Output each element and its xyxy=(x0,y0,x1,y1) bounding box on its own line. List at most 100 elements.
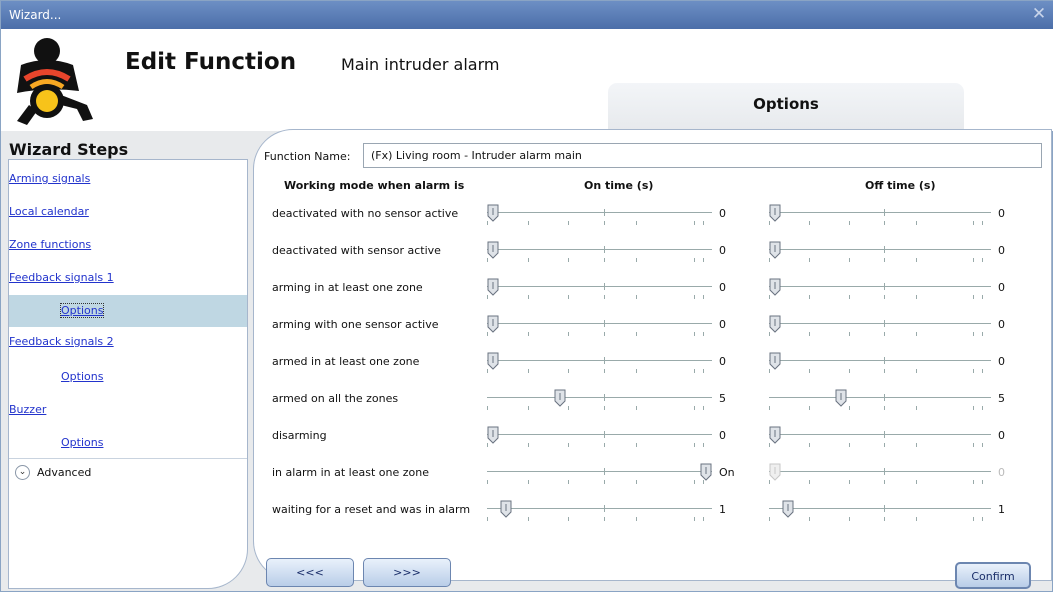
function-subtitle: Main intruder alarm xyxy=(341,55,500,74)
slider-tick xyxy=(636,295,637,299)
sidebar-item-feedback-signals-1[interactable]: Feedback signals 1 xyxy=(9,271,114,284)
slider-thumb-icon[interactable] xyxy=(769,241,781,259)
slider-track xyxy=(487,212,712,213)
slider-track xyxy=(769,212,991,213)
slider-tick xyxy=(973,517,974,521)
slider-thumb-icon[interactable] xyxy=(487,315,499,333)
slider-tick xyxy=(528,443,529,447)
slider-tick xyxy=(694,443,695,447)
off-time-slider[interactable] xyxy=(769,389,991,415)
slider-tick xyxy=(916,480,917,484)
sidebar-item-arming-signals[interactable]: Arming signals xyxy=(9,172,90,185)
window-title: Wizard... xyxy=(9,8,62,22)
on-time-slider[interactable] xyxy=(487,352,712,378)
sidebar-item-options-2[interactable]: Options xyxy=(61,370,103,383)
on-time-slider[interactable] xyxy=(487,204,712,230)
slider-tick xyxy=(884,468,885,475)
slider-tick xyxy=(604,431,605,438)
slider-thumb-icon[interactable] xyxy=(700,463,712,481)
slider-tick xyxy=(809,443,810,447)
slider-thumb-icon[interactable] xyxy=(487,241,499,259)
slider-thumb-icon[interactable] xyxy=(769,278,781,296)
slider-track xyxy=(769,434,991,435)
on-time-slider[interactable] xyxy=(487,278,712,304)
sidebar-item-options-3[interactable]: Options xyxy=(61,436,103,449)
off-time-value: 0 xyxy=(998,281,1005,294)
on-time-value: 0 xyxy=(719,355,726,368)
slider-tick xyxy=(568,406,569,410)
slider-tick xyxy=(636,443,637,447)
slider-tick xyxy=(604,283,605,290)
off-time-slider[interactable] xyxy=(769,352,991,378)
slider-tick xyxy=(568,517,569,521)
off-time-value: 0 xyxy=(998,207,1005,220)
intruder-alarm-logo-icon xyxy=(17,38,93,125)
slider-thumb-icon[interactable] xyxy=(769,426,781,444)
close-icon[interactable]: ✕ xyxy=(1030,4,1048,24)
on-time-slider[interactable] xyxy=(487,426,712,452)
slider-thumb-icon[interactable] xyxy=(500,500,512,518)
slider-thumb-icon[interactable] xyxy=(487,278,499,296)
off-time-slider[interactable] xyxy=(769,426,991,452)
slider-thumb-icon[interactable] xyxy=(769,352,781,370)
slider-track xyxy=(487,508,712,509)
previous-button[interactable]: <<< xyxy=(266,558,354,587)
row-label: deactivated with sensor active xyxy=(272,244,441,257)
advanced-toggle[interactable]: Advanced xyxy=(37,466,91,479)
slider-tick xyxy=(916,443,917,447)
chevron-down-icon[interactable]: ⌄ xyxy=(15,465,30,480)
slider-tick xyxy=(973,369,974,373)
off-time-value: 0 xyxy=(998,244,1005,257)
function-name-field[interactable]: (Fx) Living room - Intruder alarm main xyxy=(363,143,1042,168)
sidebar-item-zone-functions[interactable]: Zone functions xyxy=(9,238,91,251)
sidebar-item-options-1[interactable]: Options xyxy=(59,303,105,318)
sidebar-item-feedback-signals-2[interactable]: Feedback signals 2 xyxy=(9,335,114,348)
slider-thumb-icon[interactable] xyxy=(487,352,499,370)
off-time-slider[interactable] xyxy=(769,278,991,304)
off-time-slider[interactable] xyxy=(769,463,991,489)
slider-thumb-icon[interactable] xyxy=(554,389,566,407)
on-time-slider[interactable] xyxy=(487,241,712,267)
slider-tick xyxy=(703,369,704,373)
sidebar-item-buzzer[interactable]: Buzzer xyxy=(9,403,46,416)
slider-tick xyxy=(528,369,529,373)
slider-tick xyxy=(849,369,850,373)
off-time-slider[interactable] xyxy=(769,204,991,230)
tab-options[interactable]: Options xyxy=(608,83,964,133)
off-time-slider[interactable] xyxy=(769,500,991,526)
slider-thumb-icon[interactable] xyxy=(782,500,794,518)
column-header-mode: Working mode when alarm is xyxy=(284,179,465,192)
slider-track xyxy=(769,471,991,472)
on-time-slider[interactable] xyxy=(487,500,712,526)
slider-tick xyxy=(849,332,850,336)
slider-track xyxy=(769,249,991,250)
slider-track xyxy=(769,360,991,361)
slider-tick xyxy=(982,221,983,225)
slider-tick xyxy=(604,332,605,336)
slider-tick xyxy=(604,517,605,521)
slider-thumb-icon[interactable] xyxy=(487,204,499,222)
slider-tick xyxy=(703,443,704,447)
row-label: armed on all the zones xyxy=(272,392,399,405)
slider-tick xyxy=(809,295,810,299)
slider-tick xyxy=(884,258,885,262)
off-time-slider[interactable] xyxy=(769,315,991,341)
sidebar-item-local-calendar[interactable]: Local calendar xyxy=(9,205,89,218)
off-time-value: 0 xyxy=(998,318,1005,331)
row-label: armed in at least one zone xyxy=(272,355,420,368)
on-time-slider[interactable] xyxy=(487,315,712,341)
slider-thumb-icon[interactable] xyxy=(769,315,781,333)
slider-tick xyxy=(636,517,637,521)
slider-tick xyxy=(528,480,529,484)
confirm-button[interactable]: Confirm xyxy=(955,562,1031,589)
off-time-slider[interactable] xyxy=(769,241,991,267)
slider-thumb-icon[interactable] xyxy=(835,389,847,407)
wizard-window: Wizard... ✕ Edit Function Main intruder … xyxy=(0,0,1053,592)
slider-tick xyxy=(884,209,885,216)
on-time-slider[interactable] xyxy=(487,389,712,415)
slider-thumb-icon[interactable] xyxy=(769,204,781,222)
next-button[interactable]: >>> xyxy=(363,558,451,587)
row-label: in alarm in at least one zone xyxy=(272,466,429,479)
slider-thumb-icon[interactable] xyxy=(487,426,499,444)
on-time-slider[interactable] xyxy=(487,463,712,489)
